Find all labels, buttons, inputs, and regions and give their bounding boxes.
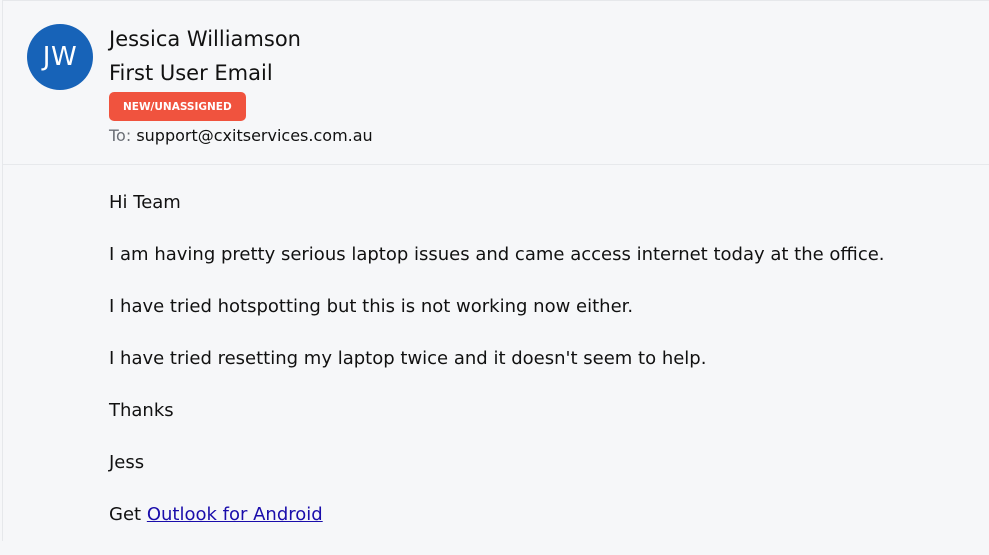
body-paragraph: I have tried hotspotting but this is not… [109,296,634,317]
avatar-initials: JW [42,42,78,72]
status-badge-label: NEW/UNASSIGNED [123,100,232,113]
body-signature: Jess [109,452,145,473]
email-header: JW Jessica Williamson First User Email N… [3,1,989,165]
body-thanks: Thanks [109,400,174,421]
status-badge[interactable]: NEW/UNASSIGNED [109,92,246,121]
to-label: To: [109,126,132,145]
footer-prefix: Get [109,504,142,525]
body-paragraph: I have tried resetting my laptop twice a… [109,348,707,369]
body-footer: Get Outlook for Android [109,503,969,555]
body-greeting: Hi Team [109,192,181,213]
email-subject: First User Email [109,61,273,85]
body-paragraph: I am having pretty serious laptop issues… [109,244,885,265]
email-body: Hi Team I am having pretty serious lapto… [109,191,969,555]
avatar: JW [27,24,93,90]
outlook-android-link[interactable]: Outlook for Android [147,504,323,525]
recipient-address: support@cxitservices.com.au [136,126,373,145]
recipient-line: To: support@cxitservices.com.au [109,126,373,145]
sender-name: Jessica Williamson [109,27,301,51]
email-card: JW Jessica Williamson First User Email N… [2,0,989,541]
